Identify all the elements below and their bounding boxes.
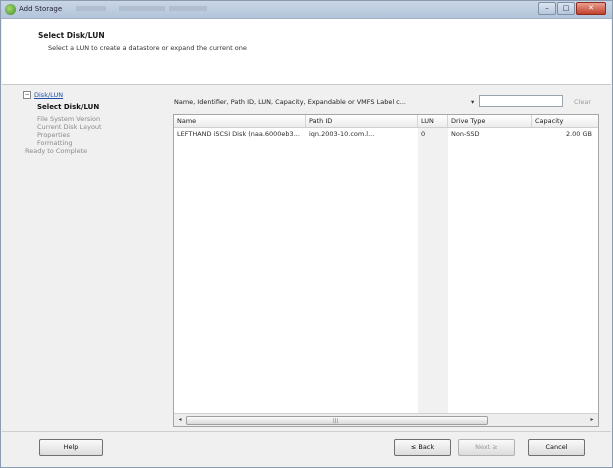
column-header-drive-type[interactable]: Drive Type [448,115,532,127]
table-header: Name Path ID LUN Drive Type Capacity [174,115,598,128]
scroll-left-icon[interactable]: ◂ [175,415,185,425]
title-decoration [169,6,207,11]
minimize-button[interactable]: – [538,2,556,15]
help-button[interactable]: Help [39,439,103,456]
filter-input[interactable] [479,95,563,107]
title-decoration [119,6,165,11]
maximize-button[interactable]: □ [557,2,575,15]
filter-label: Name, Identifier, Path ID, LUN, Capacity… [174,98,406,106]
wizard-steps: − Disk/LUN Select Disk/LUN File System Ve… [23,91,163,411]
window-title: Add Storage [19,5,63,13]
window-controls: – □ ✕ [537,2,606,16]
step-disk-lun[interactable]: − Disk/LUN [23,91,63,99]
clear-button[interactable]: Clear [574,98,591,106]
wizard-header: Select Disk/LUN Select a LUN to create a… [2,19,611,85]
column-header-lun[interactable]: LUN [418,115,448,127]
lun-column-shade [418,128,448,414]
step-file-system-version: File System Version [37,115,101,123]
step-select-disk-lun[interactable]: Select Disk/LUN [37,103,99,111]
title-bar: Add Storage – □ ✕ [1,1,612,19]
step-formatting: Formatting [37,139,73,147]
cell-name: LEFTHAND iSCSI Disk (naa.6000eb3... [177,130,300,138]
title-decoration [76,6,106,11]
collapse-icon[interactable]: − [23,91,31,99]
column-header-name[interactable]: Name [174,115,306,127]
app-icon [5,4,16,15]
cell-path-id: iqn.2003-10.com.l... [309,130,375,138]
cell-lun: 0 [421,130,426,138]
footer-divider [2,431,611,432]
add-storage-window: Add Storage – □ ✕ Select Disk/LUN Select… [0,0,613,468]
lun-table: Name Path ID LUN Drive Type Capacity LEF… [173,114,599,427]
cancel-button[interactable]: Cancel [528,439,585,456]
scrollbar-thumb[interactable]: ||| [186,416,488,425]
page-subtitle: Select a LUN to create a datastore or ex… [48,44,247,52]
step-current-disk-layout: Current Disk Layout [37,123,102,131]
step-properties: Properties [37,131,70,139]
step-ready-to-complete: Ready to Complete [25,147,88,155]
next-button[interactable]: Next ≥ [458,439,515,456]
cell-capacity: 2.00 GB [565,130,592,138]
column-header-capacity[interactable]: Capacity [532,115,598,127]
grip-icon: ||| [333,418,339,424]
page-title: Select Disk/LUN [38,31,105,40]
filter-dropdown-icon[interactable]: ▾ [471,98,474,106]
step-label: Disk/LUN [34,91,64,99]
table-row[interactable]: LEFTHAND iSCSI Disk (naa.6000eb3... iqn.… [174,128,598,140]
horizontal-scrollbar[interactable]: ◂ ||| ▸ [174,413,598,426]
cell-drive-type: Non-SSD [451,130,480,138]
back-button[interactable]: ≤ Back [394,439,451,456]
close-button[interactable]: ✕ [576,2,606,15]
scroll-right-icon[interactable]: ▸ [587,415,597,425]
column-header-path-id[interactable]: Path ID [306,115,418,127]
